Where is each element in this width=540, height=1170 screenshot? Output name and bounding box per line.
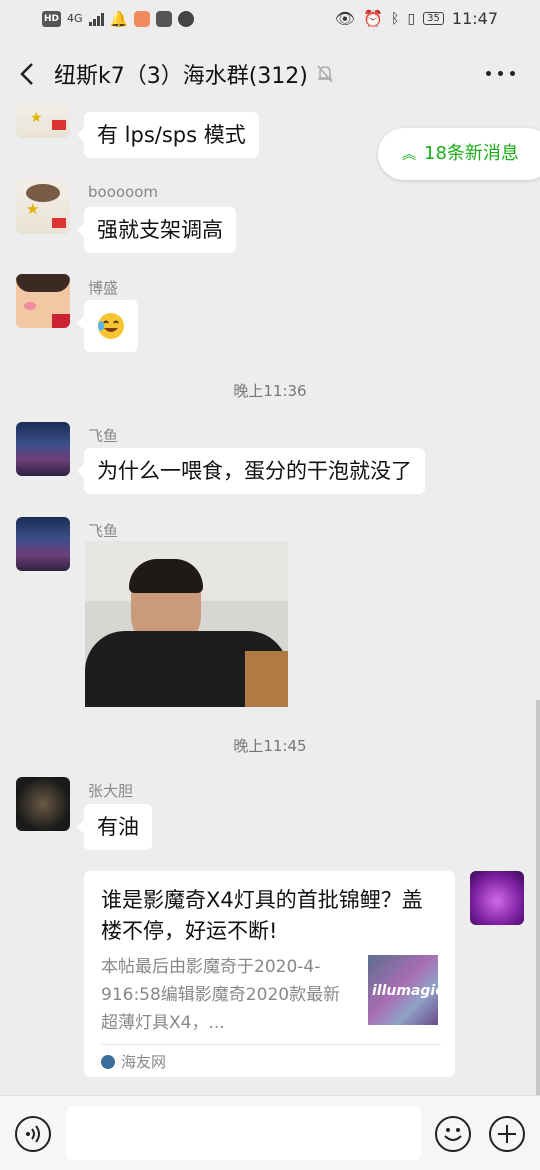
timestamp: 晚上11:45	[233, 737, 307, 755]
plus-icon	[498, 1125, 516, 1143]
voice-icon	[26, 1125, 40, 1143]
avatar[interactable]: ★	[16, 104, 70, 138]
link-card-source: 海友网	[101, 1051, 166, 1072]
source-name: 海友网	[121, 1053, 167, 1071]
image-message[interactable]	[85, 541, 288, 707]
chat-title: 纽斯k7（3）海水群(312)	[54, 64, 308, 89]
status-bar: HD 4G 🔔 👁 ⏰ ᛒ ▯ 35 11:47	[0, 0, 540, 40]
message-bubble[interactable]: 有油	[77, 804, 152, 850]
bluetooth-icon: ᛒ	[391, 10, 400, 27]
emoji-message-bubble[interactable]	[77, 300, 138, 352]
avatar[interactable]	[16, 777, 70, 831]
message-bubble[interactable]: 强就支架调高	[77, 207, 236, 253]
sender-name: booooom	[88, 183, 159, 201]
voice-input-button[interactable]	[15, 1116, 51, 1152]
avatar[interactable]	[470, 871, 524, 925]
alarm-icon: ⏰	[363, 9, 384, 28]
new-messages-button[interactable]: ︽ 18条新消息	[378, 128, 540, 180]
sender-name: 博盛	[88, 279, 119, 297]
thumbnail-logo-text: illumagic	[372, 983, 438, 999]
app-notification-icon	[134, 11, 151, 27]
source-logo-icon	[101, 1054, 115, 1069]
link-card-title: 谁是影魔奇X4灯具的首批锦鲤？盖楼不停，好运不断!	[101, 888, 423, 943]
message-bubble[interactable]: 有 lps/sps 模式	[77, 112, 259, 158]
sender-name: 张大胆	[88, 782, 134, 800]
avatar[interactable]	[16, 517, 70, 571]
back-icon[interactable]	[14, 60, 42, 88]
network-label: 4G	[67, 12, 83, 25]
divider	[101, 1044, 441, 1045]
hd-icon: HD	[42, 11, 62, 27]
bell-icon: 🔔	[109, 10, 129, 28]
message-bubble[interactable]: 为什么一喂食，蛋分的干泡就没了	[77, 448, 425, 494]
eye-icon: 👁	[334, 9, 356, 28]
message-input[interactable]	[66, 1106, 421, 1160]
avatar[interactable]	[16, 274, 70, 328]
input-bar	[0, 1095, 540, 1170]
more-functions-button[interactable]	[489, 1116, 525, 1152]
signal-icon	[88, 12, 104, 26]
link-card[interactable]: 谁是影魔奇X4灯具的首批锦鲤？盖楼不停，好运不断! 本帖最后由影魔奇于2020-…	[84, 871, 455, 1077]
more-options-icon[interactable]	[484, 60, 518, 86]
clock: 11:47	[451, 9, 498, 28]
app-badge-icon	[178, 11, 195, 27]
link-card-description: 本帖最后由影魔奇于2020-4-916:58编辑影魔奇2020款最新超薄灯具X4…	[101, 957, 341, 1033]
sender-name: 飞鱼	[88, 522, 119, 540]
chat-header: 纽斯k7（3）海水群(312)	[0, 40, 540, 106]
scrollbar[interactable]	[536, 700, 540, 1095]
timestamp: 晚上11:36	[233, 382, 307, 400]
emoji-button[interactable]	[435, 1116, 471, 1152]
avatar[interactable]: ★	[16, 180, 70, 234]
avatar[interactable]	[16, 422, 70, 476]
laughing-crying-emoji-icon	[98, 313, 124, 339]
mute-bell-icon	[317, 65, 333, 83]
link-card-thumbnail: illumagic	[368, 955, 438, 1025]
message-notification-icon	[156, 11, 173, 27]
sender-name: 飞鱼	[88, 427, 119, 445]
vibrate-icon: ▯	[407, 10, 416, 27]
smiley-icon	[444, 1128, 462, 1141]
new-messages-label: 18条新消息	[424, 143, 519, 164]
battery-icon: 35	[423, 12, 444, 25]
double-chevron-up-icon: ︽	[402, 147, 416, 163]
